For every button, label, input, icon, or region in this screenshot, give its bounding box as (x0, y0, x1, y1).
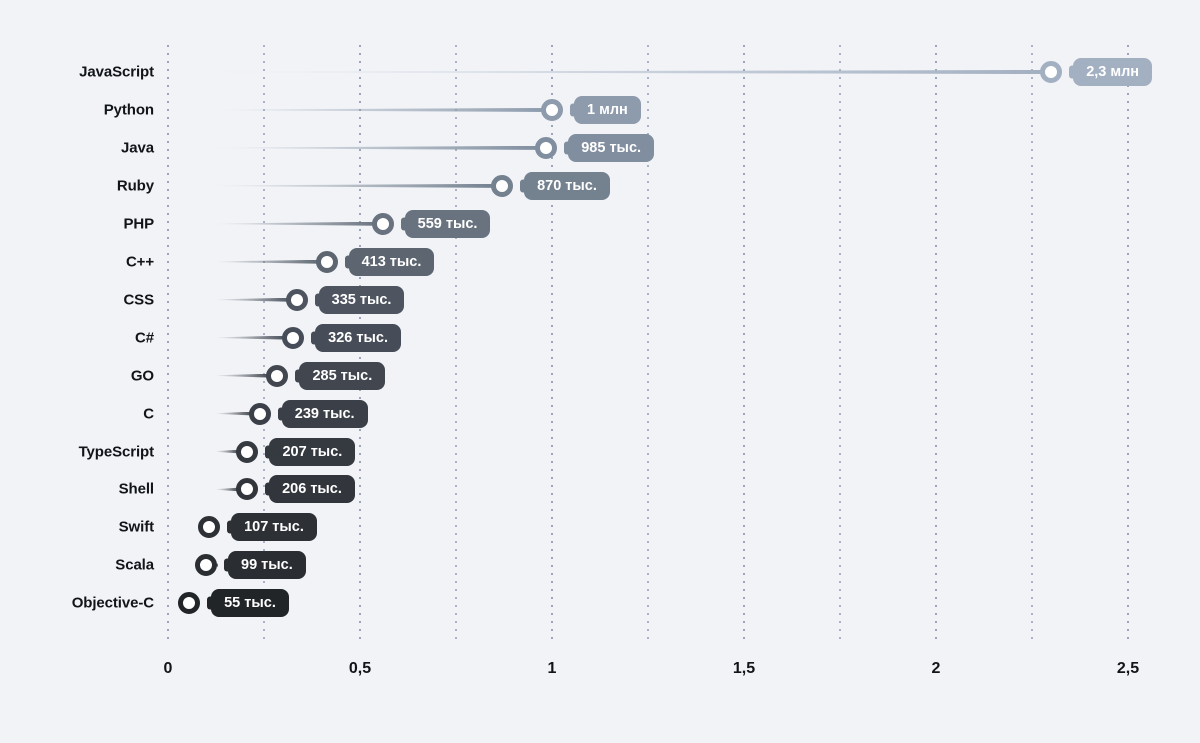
lollipop-stem (216, 259, 321, 264)
lollipop-chart: JavaScript 2,3 млн Python 1 млн Java 985 тыс.… (0, 0, 1200, 743)
category-label-python: Python (103, 101, 154, 119)
lollipop-dot[interactable] (236, 478, 259, 501)
lollipop-dot[interactable] (236, 440, 259, 463)
lollipop-stem (216, 107, 546, 112)
lollipop-stem (216, 335, 288, 340)
value-badge: 2,3 млн (1073, 58, 1153, 86)
lollipop-dot[interactable] (315, 250, 338, 273)
value-badge: 206 тыс. (269, 475, 355, 504)
value-badge: 335 тыс. (318, 285, 405, 314)
category-label-c: C (143, 405, 154, 423)
value-badge: 55 тыс. (211, 589, 289, 618)
lollipop-dot[interactable] (491, 174, 514, 197)
gridline-major (743, 45, 745, 645)
category-label-scala: Scala (115, 556, 154, 574)
category-label-javascript: JavaScript (79, 63, 154, 81)
lollipop-dot[interactable] (282, 326, 305, 349)
x-tick-label: 0,5 (348, 660, 372, 677)
x-tick-label: 1,5 (732, 660, 756, 677)
category-label-objective-c: Objective-C (71, 594, 154, 612)
lollipop-dot[interactable] (248, 402, 271, 425)
category-label-typescript: TypeScript (78, 443, 155, 460)
category-label-c-: C++ (125, 253, 154, 271)
lollipop-dot[interactable] (195, 554, 218, 577)
value-badge: 870 тыс. (524, 171, 610, 200)
x-tick-label: 2,5 (1116, 660, 1140, 677)
category-label-css: CSS (123, 291, 154, 309)
value-badge: 985 тыс. (568, 133, 655, 162)
lollipop-dot[interactable] (285, 288, 308, 311)
lollipop-dot[interactable] (178, 592, 201, 615)
category-label-swift: Swift (118, 518, 154, 536)
gridline-minor (1031, 45, 1033, 645)
value-badge: 326 тыс. (315, 323, 401, 352)
x-tick-label: 0 (163, 660, 173, 677)
gridline-major (167, 45, 169, 645)
lollipop-dot[interactable] (535, 136, 558, 159)
category-label-go: GO (130, 367, 154, 385)
gridline-minor (455, 45, 457, 645)
category-label-php: PHP (123, 215, 154, 233)
gridline-major (935, 45, 937, 645)
category-label-shell: Shell (118, 480, 154, 498)
x-tick-label: 1 (547, 660, 557, 677)
value-badge: 207 тыс. (269, 437, 356, 466)
category-label-c-: C# (135, 329, 154, 347)
value-badge: 99 тыс. (228, 551, 306, 580)
lollipop-stem (216, 297, 291, 302)
value-badge: 239 тыс. (281, 399, 368, 428)
lollipop-dot[interactable] (1040, 61, 1063, 83)
lollipop-dot[interactable] (198, 516, 221, 539)
gridline-minor (839, 45, 841, 645)
value-badge: 285 тыс. (299, 361, 386, 390)
gridline-major (551, 45, 553, 645)
category-label-ruby: Ruby (116, 177, 154, 195)
value-badge: 1 млн (574, 95, 641, 124)
lollipop-stem (216, 221, 377, 226)
lollipop-dot[interactable] (541, 98, 563, 121)
gridline-major (1127, 45, 1129, 645)
lollipop-dot[interactable] (266, 364, 289, 387)
value-badge: 413 тыс. (348, 247, 435, 276)
lollipop-stem (216, 183, 497, 188)
value-badge: 107 тыс. (231, 513, 317, 542)
lollipop-stem (216, 373, 272, 378)
lollipop-stem (216, 70, 1046, 74)
category-label-java: Java (121, 139, 154, 157)
x-tick-label: 2 (931, 660, 941, 677)
value-badge: 559 тыс. (404, 209, 491, 238)
lollipop-dot[interactable] (371, 212, 394, 235)
